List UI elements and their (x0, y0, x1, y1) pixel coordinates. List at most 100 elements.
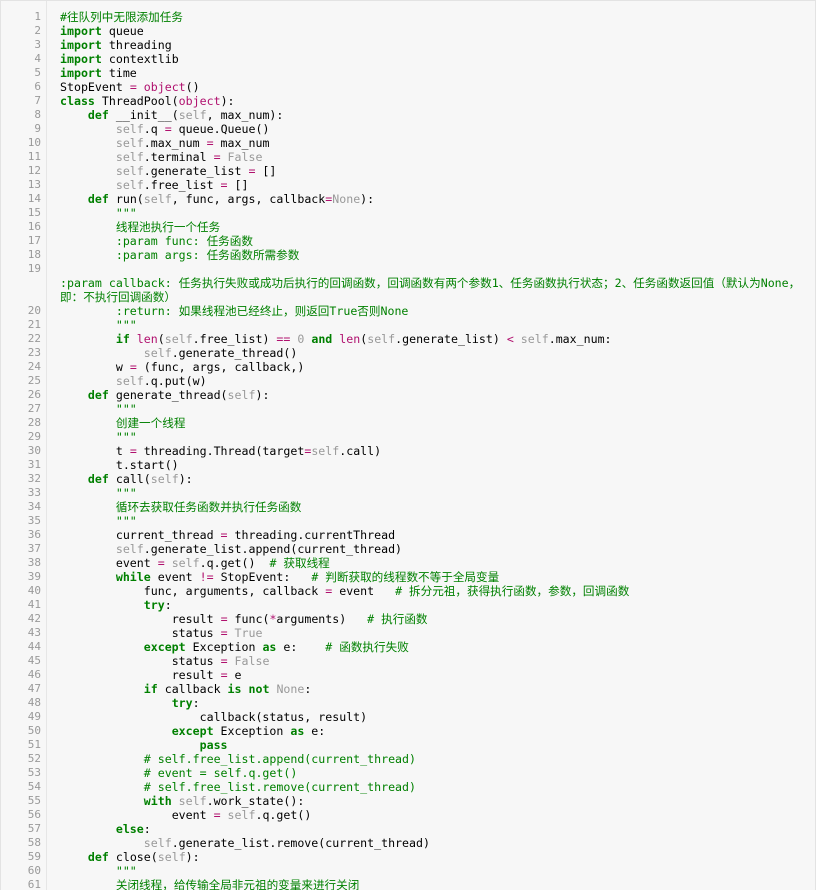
line-number: 26 (27, 388, 41, 401)
line-number: 22 (27, 332, 41, 345)
code-text: def __init__(self, max_num): (87, 108, 284, 122)
line-number: 34 (27, 500, 41, 513)
line-number: 25 (27, 374, 41, 387)
code-text: self.generate_list.append(current_thread… (115, 542, 403, 556)
code-line: 13 self.free_list = [] (1, 178, 815, 192)
line-number: 37 (27, 542, 41, 555)
code-text: """ (60, 864, 137, 878)
code-text: 循环去获取任务函数并执行任务函数 (60, 500, 302, 514)
code-line: 40 func, arguments, callback = event # 拆… (1, 584, 815, 598)
code-text: self.generate_list = [] (115, 164, 277, 178)
code-text: # self.free_list.remove(current_thread) (60, 780, 416, 794)
code-line: 10 self.max_num = max_num (1, 136, 815, 150)
code-text: self.terminal = False (115, 150, 263, 164)
code-line: 3 import threading (1, 38, 815, 52)
code-line: 23 self.generate_thread() (1, 346, 815, 360)
code-line: 53 # event = self.q.get() (1, 766, 815, 780)
code-line: 26 def generate_thread(self): (1, 388, 815, 402)
line-number: 35 (27, 514, 41, 527)
code-text: """ (60, 486, 137, 500)
code-text: current_thread = threading.currentThread (60, 528, 396, 542)
line-number: 52 (27, 752, 41, 765)
line-number: 53 (27, 766, 41, 779)
code-text: status = False (60, 654, 270, 668)
code-text: StopEvent = object() (60, 80, 200, 94)
code-line: 11 self.terminal = False (1, 150, 815, 164)
line-number: 58 (27, 836, 41, 849)
code-line: 46 result = e (1, 668, 815, 682)
code-line: 12 self.generate_list = [] (1, 164, 815, 178)
code-text: if len(self.free_list) == 0 and len(self… (115, 332, 612, 346)
line-number: 57 (27, 822, 41, 835)
code-text: try: (171, 696, 200, 710)
code-text: self.max_num = max_num (115, 136, 270, 150)
code-text: import time (60, 66, 137, 80)
code-text: :param callback: 任务执行失败或成功后执行的回调函数，回调函数有… (60, 276, 801, 304)
code-text: pass (199, 738, 228, 752)
line-number: 5 (34, 66, 41, 79)
code-line: 37 self.generate_list.append(current_thr… (1, 542, 815, 556)
line-number: 7 (34, 94, 41, 107)
code-line: 35 """ (1, 514, 815, 528)
code-line: 24 w = (func, args, callback,) (1, 360, 815, 374)
code-line: 9 self.q = queue.Queue() (1, 122, 815, 136)
code-text: event = self.q.get() (60, 808, 312, 822)
line-number: 48 (27, 696, 41, 709)
code-line: 55 with self.work_state(): (1, 794, 815, 808)
code-line: 5 import time (1, 66, 815, 80)
code-line: 45 status = False (1, 654, 815, 668)
line-number: 18 (27, 248, 41, 261)
line-number: 33 (27, 486, 41, 499)
code-text: def run(self, func, args, callback=None)… (87, 192, 375, 206)
line-number: 24 (27, 360, 41, 373)
line-number: 50 (27, 724, 41, 737)
code-line: 2 import queue (1, 24, 815, 38)
line-number: 43 (27, 626, 41, 639)
code-text: 创建一个线程 (60, 416, 186, 430)
line-number: 49 (27, 710, 41, 723)
code-line: 29 """ (1, 430, 815, 444)
line-number: 4 (34, 52, 41, 65)
code-line: 22 if len(self.free_list) == 0 and len(s… (1, 332, 815, 346)
code-line: 51 pass (1, 738, 815, 752)
code-line: 32 def call(self): (1, 472, 815, 486)
code-line: 39 while event != StopEvent: # 判断获取的线程数不… (1, 570, 815, 584)
line-number: 28 (27, 416, 41, 429)
code-line: 59 def close(self): (1, 850, 815, 864)
line-number: 17 (27, 234, 41, 247)
code-text: except Exception as e: (171, 724, 326, 738)
code-text: result = func(*arguments) # 执行函数 (60, 612, 428, 626)
code-text: def close(self): (87, 850, 200, 864)
code-line: 44 except Exception as e: # 函数执行失败 (1, 640, 815, 654)
code-line: 21 """ (1, 318, 815, 332)
code-line: 57 else: (1, 822, 815, 836)
code-line: 34 循环去获取任务函数并执行任务函数 (1, 500, 815, 514)
line-number: 10 (27, 136, 41, 149)
line-number: 36 (27, 528, 41, 541)
code-text: else: (115, 822, 151, 836)
code-line: 6 StopEvent = object() (1, 80, 815, 94)
code-text: try: (143, 598, 172, 612)
line-number: 9 (34, 122, 41, 135)
code-text: 关闭线程，给传输全局非元祖的变量来进行关闭 (60, 878, 360, 890)
line-number: 23 (27, 346, 41, 359)
line-number: 56 (27, 808, 41, 821)
line-number: 42 (27, 612, 41, 625)
code-text: if callback is not None: (143, 682, 312, 696)
code-text: callback(status, result) (60, 710, 368, 724)
code-line: 1 #往队列中无限添加任务 (1, 10, 815, 24)
code-line: 52 # self.free_list.append(current_threa… (1, 752, 815, 766)
code-line: 60 """ (1, 864, 815, 878)
code-text: t.start() (60, 458, 179, 472)
code-line: 18 :param args: 任务函数所需参数 (1, 248, 815, 262)
code-line: 20 :return: 如果线程池已经终止，则返回True否则None (1, 304, 815, 318)
line-number: 27 (27, 402, 41, 415)
line-number: 3 (34, 38, 41, 51)
code-line: 54 # self.free_list.remove(current_threa… (1, 780, 815, 794)
code-text: def generate_thread(self): (87, 388, 270, 402)
code-text: event = self.q.get() # 获取线程 (60, 556, 330, 570)
code-text: #往队列中无限添加任务 (60, 10, 183, 24)
line-number: 1 (34, 10, 41, 23)
code-text: func, arguments, callback = event # 拆分元祖… (60, 584, 630, 598)
code-block: 1 #往队列中无限添加任务 2 import queue 3 import threadi… (0, 0, 816, 890)
